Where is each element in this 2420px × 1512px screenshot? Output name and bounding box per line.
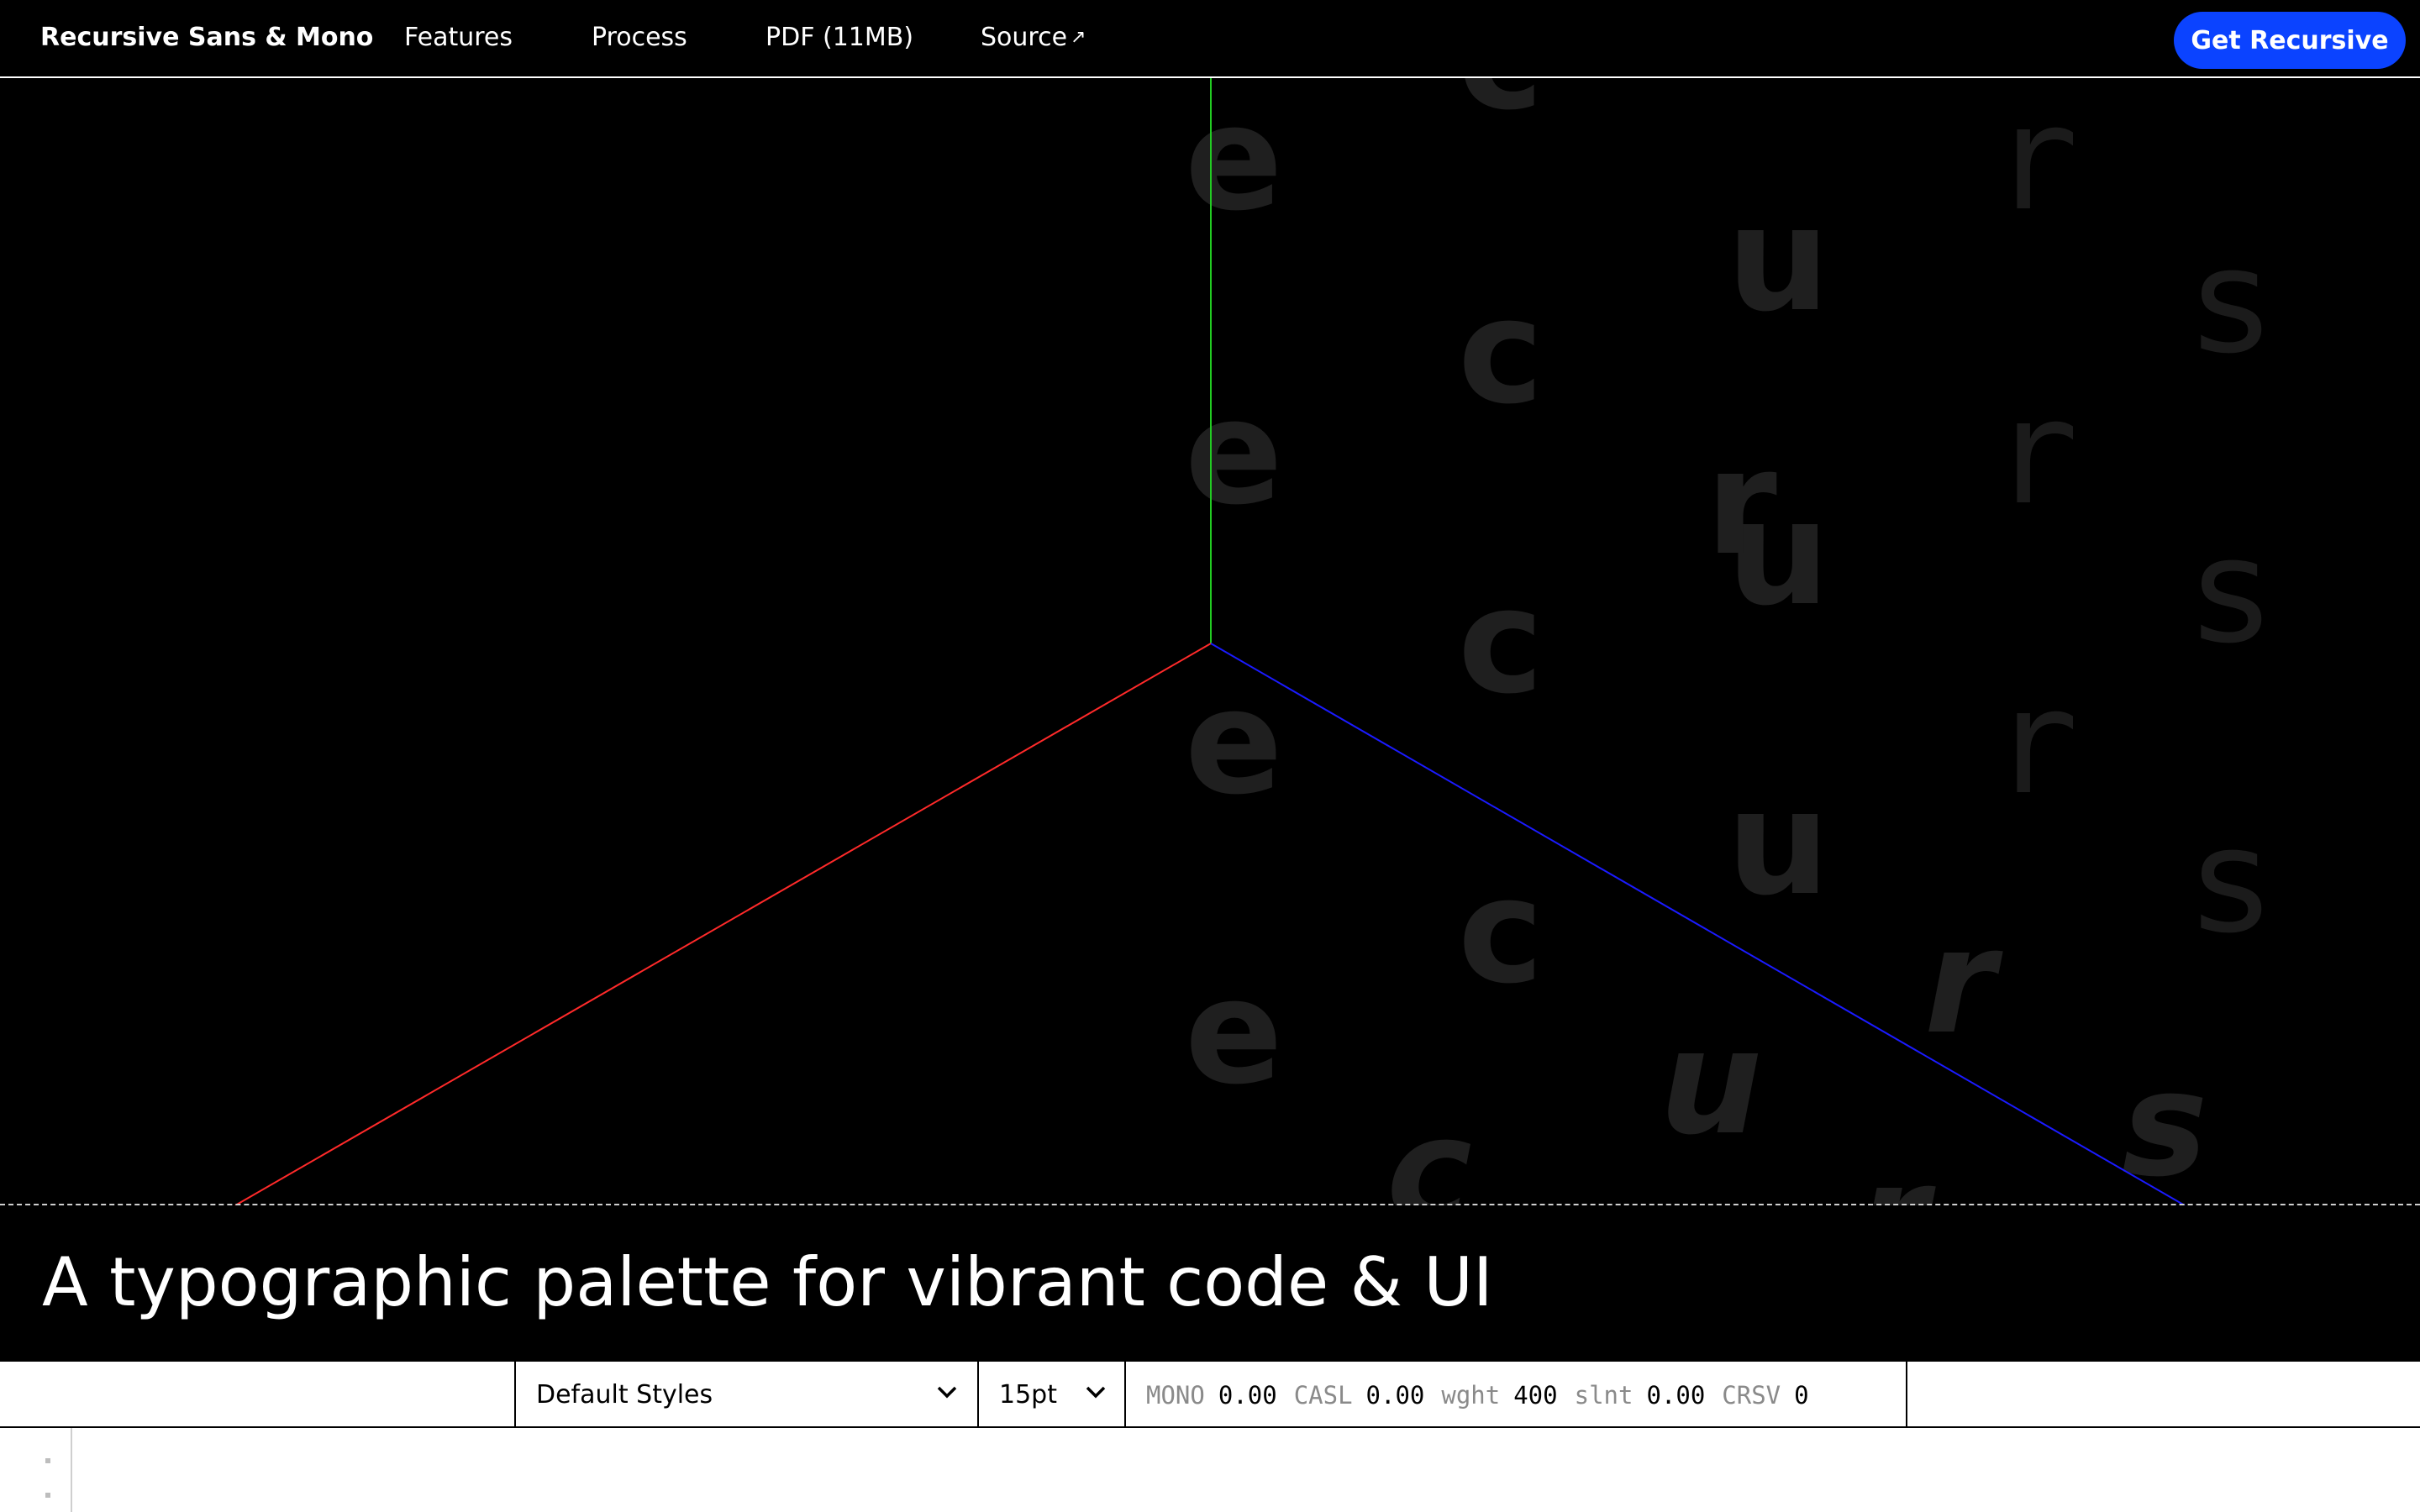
axis-mono[interactable]: MONO 0.00 xyxy=(1146,1381,1277,1410)
gutter-marker xyxy=(45,1458,50,1463)
brand-logo-link[interactable]: Recursive Sans & Mono xyxy=(40,23,373,52)
font-size-value: 15pt xyxy=(999,1380,1057,1410)
hero-section: e e e e c c c c c u u u u r r r r r r s … xyxy=(0,78,2420,1205)
axis-label: CASL xyxy=(1293,1380,1353,1410)
axis-value: 0.00 xyxy=(1365,1380,1425,1410)
chevron-down-icon xyxy=(937,1386,957,1399)
hero-headline: A typographic palette for vibrant code &… xyxy=(42,1243,1493,1321)
nav-link-source[interactable]: Source ↗ xyxy=(981,23,1086,52)
axis-label: CRSV xyxy=(1722,1380,1781,1410)
axis-slnt[interactable]: slnt 0.00 xyxy=(1575,1381,1706,1410)
nav-link-process[interactable]: Process xyxy=(592,23,687,52)
chevron-down-icon xyxy=(1086,1386,1106,1399)
axis-lines-graphic xyxy=(234,78,2186,1205)
style-preset-value: Default Styles xyxy=(536,1380,713,1410)
axis-label: wght xyxy=(1441,1380,1501,1410)
style-preset-select[interactable]: Default Styles xyxy=(514,1362,978,1428)
nav-link-source-label: Source xyxy=(981,23,1068,52)
axis-value: 0.00 xyxy=(1646,1380,1706,1410)
nav-link-features[interactable]: Features xyxy=(404,23,513,52)
line-number-gutter xyxy=(0,1428,72,1512)
axis-label: MONO xyxy=(1146,1380,1205,1410)
top-navigation: Recursive Sans & Mono Features Process P… xyxy=(0,0,2420,78)
axis-wght[interactable]: wght 400 xyxy=(1441,1381,1557,1410)
axis-crsv[interactable]: CRSV 0 xyxy=(1722,1381,1808,1410)
x-axis-line xyxy=(234,643,1212,1205)
axis-casl[interactable]: CASL 0.00 xyxy=(1294,1381,1425,1410)
external-link-arrow-icon: ↗ xyxy=(1071,27,1086,48)
axis-value: 0.00 xyxy=(1218,1380,1277,1410)
baseline-dashed-divider xyxy=(0,1204,2420,1205)
variable-axes-readout[interactable]: MONO 0.00 CASL 0.00 wght 400 slnt 0.00 CRSV 0 xyxy=(1124,1362,1907,1428)
axis-value: 0 xyxy=(1794,1380,1809,1410)
font-size-select[interactable]: 15pt xyxy=(977,1362,1125,1428)
nav-link-pdf[interactable]: PDF (11MB) xyxy=(765,23,913,52)
axis-label: slnt xyxy=(1574,1380,1634,1410)
code-editor-area[interactable] xyxy=(0,1428,2420,1512)
type-controls-toolbar: Default Styles 15pt MONO 0.00 CASL 0.00 wg… xyxy=(0,1362,2420,1428)
z-axis-line xyxy=(1210,643,2186,1205)
axis-value: 400 xyxy=(1513,1380,1558,1410)
get-recursive-button[interactable]: Get Recursive xyxy=(2174,12,2406,69)
gutter-marker xyxy=(45,1493,50,1498)
